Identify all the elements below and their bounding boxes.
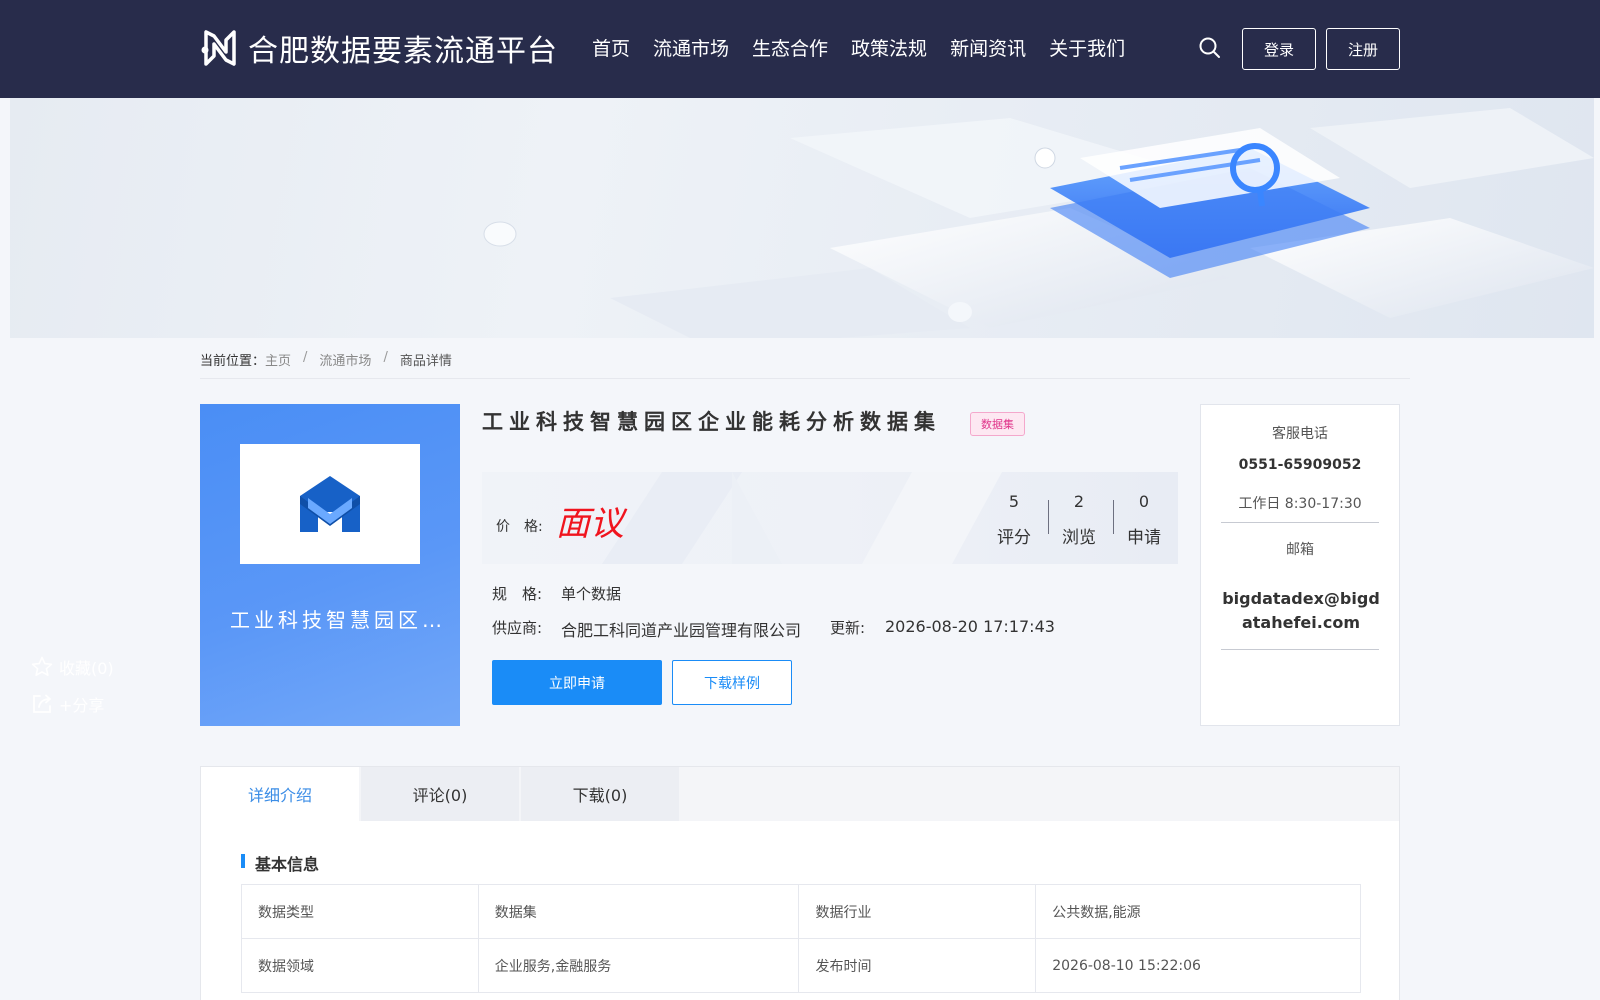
table-cell-value: 数据集 (477, 884, 800, 939)
spec-value: 单个数据 (561, 585, 622, 603)
stat-applications: 0 申请 (1112, 492, 1176, 548)
star-icon (31, 656, 53, 676)
download-sample-button[interactable]: 下载样例 (672, 660, 792, 705)
table-cell-value: 企业服务,金融服务 (477, 938, 800, 993)
stat-rating-label: 评分 (997, 528, 1031, 548)
basic-info-table: 数据类型 数据集 数据行业 公共数据,能源 数据领域 企业服务,金融服务 发布时… (241, 884, 1361, 993)
main-nav: 首页 流通市场 生态合作 政策法规 新闻资讯 关于我们 (592, 34, 1148, 61)
supplier-label: 供应商: (492, 619, 543, 637)
tab-details[interactable]: 详细介绍 (201, 767, 359, 821)
apply-button[interactable]: 立即申请 (492, 660, 662, 705)
nav-about[interactable]: 关于我们 (1049, 34, 1125, 61)
favorite-button[interactable]: 收藏(0) (30, 655, 114, 679)
price-value: 面议 (556, 504, 624, 544)
email-label: 邮箱 (1286, 542, 1314, 558)
site-title: 合肥数据要素流通平台 (248, 34, 558, 69)
breadcrumb-current: 商品详情 (399, 354, 452, 369)
product-thumbnail (240, 444, 420, 564)
updated-label: 更新: (830, 619, 866, 637)
type-badge: 数据集 (970, 412, 1025, 436)
share-button[interactable]: +分享 (30, 692, 104, 716)
nav-home[interactable]: 首页 (592, 34, 630, 61)
contact-card: 客服电话 0551-65909052 工作日 8:30-17:30 邮箱 big… (1200, 404, 1400, 726)
divider (1221, 649, 1379, 650)
email-address[interactable]: bigdatadex@bigdatahefei.com (1217, 587, 1385, 635)
register-button[interactable]: 注册 (1326, 28, 1400, 70)
share-label: +分享 (59, 696, 105, 715)
detail-content: 基本信息 数据类型 数据集 数据行业 公共数据,能源 数据领域 企业服务,金融服… (200, 821, 1400, 1000)
breadcrumb-market[interactable]: 流通市场 (319, 350, 371, 369)
table-cell-value: 2026-08-10 15:22:06 (1035, 938, 1361, 993)
nav-ecosystem[interactable]: 生态合作 (752, 34, 828, 61)
tab-downloads[interactable]: 下载(0) (521, 767, 679, 821)
breadcrumb-separator: / (303, 350, 308, 365)
stat-rating: 5 评分 (982, 492, 1046, 548)
table-cell-label: 数据领域 (241, 938, 479, 993)
supplier-value: 合肥工科同道产业园管理有限公司 (561, 621, 802, 640)
detail-tabs: 详细介绍 评论(0) 下载(0) (200, 766, 1400, 822)
breadcrumb-separator: / (383, 350, 388, 365)
stat-rating-value: 5 (1008, 492, 1020, 511)
nav-news[interactable]: 新闻资讯 (950, 34, 1026, 61)
phone-label: 客服电话 (1272, 426, 1328, 442)
breadcrumb-home[interactable]: 主页 (265, 350, 291, 369)
price-panel: 价 格: 面议 5 评分 2 浏览 0 申请 (482, 472, 1178, 564)
tab-comments[interactable]: 评论(0) (361, 767, 519, 821)
nav-market[interactable]: 流通市场 (653, 34, 729, 61)
hero-banner (10, 98, 1594, 338)
site-logo[interactable]: 合肥数据要素流通平台 (200, 26, 558, 70)
divider (200, 378, 1410, 379)
updated-value: 2026-08-20 17:17:43 (885, 617, 1055, 636)
nav-policy[interactable]: 政策法规 (851, 34, 927, 61)
product-logo-icon (300, 476, 360, 532)
login-button[interactable]: 登录 (1242, 28, 1316, 70)
search-icon[interactable] (1198, 36, 1222, 60)
price-label: 价 格: (496, 519, 543, 535)
product-card-name: 工业科技智慧园区企业能耗分析数据集 (230, 608, 456, 632)
table-cell-label: 发布时间 (798, 938, 1037, 993)
breadcrumb-prefix: 当前位置： (200, 354, 266, 369)
stat-applications-value: 0 (1138, 492, 1150, 511)
logo-icon (201, 30, 236, 66)
stat-views: 2 浏览 (1047, 492, 1111, 548)
table-row: 数据领域 企业服务,金融服务 发布时间 2026-08-10 15:22:06 (241, 938, 1361, 993)
banner-illustration (483, 108, 1594, 338)
divider (1221, 522, 1379, 523)
share-icon (33, 694, 51, 713)
working-hours: 工作日 8:30-17:30 (1238, 496, 1362, 512)
section-title: 基本信息 (241, 851, 319, 875)
top-navigation-bar: 合肥数据要素流通平台 首页 流通市场 生态合作 政策法规 新闻资讯 关于我们 登… (0, 0, 1600, 98)
table-row: 数据类型 数据集 数据行业 公共数据,能源 (241, 884, 1361, 939)
table-cell-value: 公共数据,能源 (1035, 884, 1361, 939)
table-cell-label: 数据行业 (798, 884, 1037, 939)
stat-applications-label: 申请 (1127, 528, 1161, 548)
product-title: 工业科技智慧园区企业能耗分析数据集 (482, 410, 941, 434)
stat-views-label: 浏览 (1062, 528, 1096, 548)
favorite-label: 收藏(0) (59, 659, 114, 678)
breadcrumb: 当前位置： 主页 / 流通市场 / 商品详情 (200, 350, 452, 369)
phone-number: 0551-65909052 (1238, 457, 1362, 473)
stat-views-value: 2 (1073, 492, 1085, 511)
product-card: 工业科技智慧园区企业能耗分析数据集 (200, 404, 460, 726)
spec-label: 规 格: (492, 585, 543, 603)
table-cell-label: 数据类型 (241, 884, 479, 939)
